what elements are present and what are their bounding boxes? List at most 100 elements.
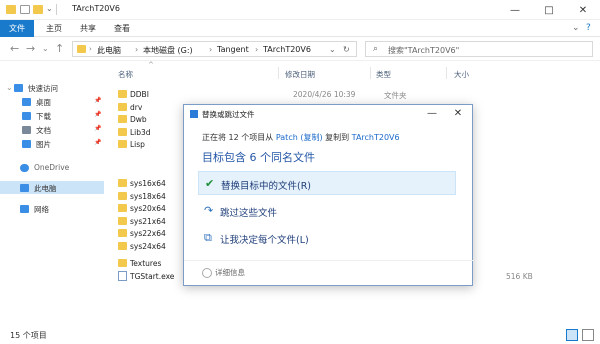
option-label: 让我决定每个文件(L) (220, 235, 309, 246)
sidebar-item-quick-access[interactable]: ⌄ 快速访问 (0, 81, 104, 94)
ribbon-collapse-icon[interactable]: ⌄ (572, 23, 580, 33)
folder-icon (118, 115, 127, 123)
sidebar-item-onedrive[interactable]: OneDrive (0, 161, 104, 174)
dialog-separator (184, 260, 474, 261)
up-button[interactable]: ↑ (55, 42, 64, 55)
window-title: TArchT20V6 (72, 4, 120, 13)
file-name: sys21x64 (130, 217, 166, 226)
new-folder-icon[interactable] (33, 5, 43, 14)
file-name: DDBI (130, 90, 149, 99)
column-header-size[interactable]: 大小 (454, 69, 469, 80)
destination-link[interactable]: TArchT20V6 (352, 133, 400, 142)
file-name: drv (130, 103, 143, 112)
column-header-type[interactable]: 类型 (376, 69, 391, 80)
sidebar-item-network[interactable]: 网络 (0, 202, 104, 215)
sidebar-label: 下载 (36, 112, 51, 121)
address-row: ← → ⌄ ↑ › 此电脑 › 本地磁盘 (G:) › Tangent › TA… (0, 37, 600, 61)
replace-or-skip-dialog: 替换或跳过文件 — ✕ 正在将 12 个项目从 Patch (复制) 复制到 T… (183, 104, 474, 286)
copy-info-prefix: 正在将 12 个项目从 (202, 133, 274, 142)
column-header-name[interactable]: 名称 (118, 69, 133, 80)
chevron-down-icon[interactable]: ⌄ (6, 83, 13, 92)
column-header-date[interactable]: 修改日期 (285, 69, 315, 80)
folder-icon (118, 242, 127, 250)
sort-arrow-icon: ^ (148, 61, 154, 69)
address-dropdown-icon[interactable]: ⌄ (329, 45, 336, 54)
sidebar-label: 文档 (36, 126, 51, 135)
folder-icon (118, 217, 127, 225)
compare-icon: ⧉ (204, 231, 212, 244)
back-button[interactable]: ← (10, 42, 19, 55)
breadcrumb-drive[interactable]: 本地磁盘 (G:) (143, 45, 193, 56)
skip-files-option[interactable]: ↷ 跳过这些文件 (198, 199, 456, 223)
sidebar-item-downloads[interactable]: 下载 📌 (0, 109, 104, 122)
refresh-button[interactable]: ↻ (343, 45, 350, 54)
folder-icon (118, 90, 127, 98)
quick-access-dropdown-icon[interactable]: ⌄ (46, 4, 53, 13)
column-separator[interactable] (278, 67, 279, 79)
folder-icon (118, 229, 127, 237)
dialog-close-button[interactable]: ✕ (446, 107, 470, 121)
status-bar: 15 个项目 (0, 326, 600, 344)
breadcrumb-this-pc[interactable]: 此电脑 (97, 45, 121, 56)
sidebar-item-this-pc[interactable]: 此电脑 (0, 181, 104, 194)
file-row[interactable]: DDBI 2020/4/26 10:39 文件夹 (116, 88, 596, 100)
tab-file[interactable]: 文件 (0, 20, 34, 37)
sidebar-item-pictures[interactable]: 图片 📌 (0, 137, 104, 150)
folder-icon (118, 204, 127, 212)
tab-share[interactable]: 共享 (74, 20, 102, 37)
decide-each-file-option[interactable]: ⧉ 让我决定每个文件(L) (198, 226, 456, 250)
sidebar-label: 图片 (36, 140, 51, 149)
column-separator[interactable] (370, 67, 371, 79)
file-size: 516 KB (506, 272, 533, 281)
breadcrumb-tangent[interactable]: Tangent (217, 45, 249, 54)
column-separator[interactable] (446, 67, 447, 79)
file-name: sys22x64 (130, 229, 166, 238)
folder-icon (77, 45, 86, 53)
close-button[interactable]: ✕ (566, 0, 600, 20)
ribbon-tabs: 文件 主页 共享 查看 ⌄ ? (0, 20, 600, 37)
help-icon[interactable]: ? (586, 23, 591, 33)
search-placeholder: 搜索"TArchT20V6" (388, 46, 460, 55)
tab-view[interactable]: 查看 (108, 20, 136, 37)
download-icon (22, 112, 31, 120)
file-icon (118, 271, 127, 281)
sidebar-label: 快速访问 (28, 84, 58, 93)
large-icons-view-button[interactable] (582, 329, 594, 341)
sidebar-item-documents[interactable]: 文档 📌 (0, 123, 104, 136)
sidebar-item-desktop[interactable]: 桌面 📌 (0, 95, 104, 108)
dialog-copy-info: 正在将 12 个项目从 Patch (复制) 复制到 TArchT20V6 (202, 132, 400, 143)
details-label: 详细信息 (215, 268, 245, 277)
breadcrumb-arrow-icon: › (255, 45, 259, 54)
title-separator (56, 4, 57, 15)
pin-icon: 📌 (94, 111, 102, 118)
details-view-button[interactable] (566, 329, 578, 341)
recent-locations-button[interactable]: ⌄ (42, 44, 49, 53)
minimize-button[interactable]: — (498, 0, 532, 20)
folder-icon (118, 128, 127, 136)
copy-icon (190, 110, 198, 118)
dialog-minimize-button[interactable]: — (420, 107, 444, 121)
copy-info-mid: 复制到 (325, 133, 350, 142)
folder-icon (118, 259, 127, 267)
forward-button[interactable]: → (26, 42, 35, 55)
maximize-button[interactable]: □ (532, 0, 566, 20)
pin-icon: 📌 (94, 97, 102, 104)
pin-icon: 📌 (94, 125, 102, 132)
sidebar-label: OneDrive (34, 163, 70, 172)
details-toggle[interactable]: 详细信息 (202, 267, 245, 278)
option-label: 替换目标中的文件(R) (221, 181, 312, 192)
breadcrumb-arrow-icon: › (89, 45, 92, 53)
star-icon (14, 84, 23, 92)
address-bar[interactable]: › 此电脑 › 本地磁盘 (G:) › Tangent › TArchT20V6… (72, 41, 357, 57)
replace-files-option[interactable]: ✔ 替换目标中的文件(R) (198, 171, 456, 195)
sidebar-label: 桌面 (36, 98, 51, 107)
chevron-down-icon (202, 268, 212, 278)
tab-home[interactable]: 主页 (40, 20, 68, 37)
source-link[interactable]: Patch (复制) (276, 133, 323, 142)
properties-icon[interactable] (20, 5, 30, 14)
file-type: 文件夹 (384, 91, 407, 100)
breadcrumb-current[interactable]: TArchT20V6 (263, 45, 311, 54)
dialog-heading: 目标包含 6 个同名文件 (202, 151, 315, 164)
search-box[interactable]: ⌕ 搜索"TArchT20V6" (365, 41, 593, 57)
file-name: sys18x64 (130, 192, 166, 201)
